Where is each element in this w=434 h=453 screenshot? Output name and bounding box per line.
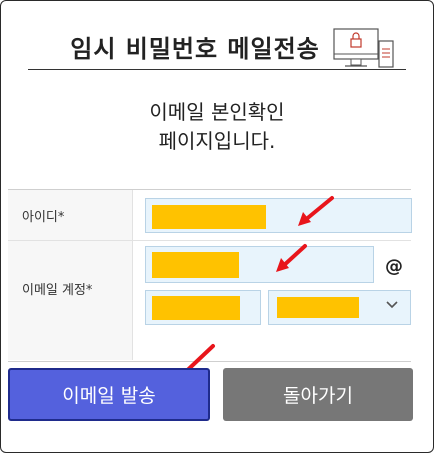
chevron-down-icon — [386, 301, 398, 309]
email-domain-input[interactable] — [145, 290, 261, 325]
info-message-line1: 이메일 본인확인 — [149, 100, 285, 124]
redaction-mask — [277, 297, 359, 318]
red-arrow-icon — [298, 196, 334, 226]
id-label-cell: 아이디* — [8, 190, 133, 240]
redaction-mask — [152, 296, 240, 320]
info-message: 이메일 본인확인 페이지입니다. — [0, 98, 434, 156]
redaction-mask — [152, 205, 266, 229]
computer-lock-icon — [333, 28, 394, 68]
send-email-button-label: 이메일 발송 — [62, 385, 156, 407]
back-button[interactable]: 돌아가기 — [223, 368, 413, 421]
red-arrow-icon — [276, 244, 307, 272]
title-divider — [28, 69, 406, 70]
email-local-input[interactable] — [145, 246, 374, 283]
page-title: 임시 비밀번호 메일전송 — [70, 35, 320, 63]
id-label: 아이디* — [22, 210, 65, 225]
back-button-label: 돌아가기 — [283, 385, 353, 407]
redaction-mask — [152, 252, 239, 278]
id-input[interactable] — [145, 198, 412, 233]
send-email-button[interactable]: 이메일 발송 — [8, 368, 210, 421]
email-label: 이메일 계정* — [22, 283, 93, 298]
at-symbol: @ — [385, 256, 403, 277]
info-message-line2: 페이지입니다. — [158, 129, 276, 153]
email-label-cell: 이메일 계정* — [8, 241, 133, 360]
